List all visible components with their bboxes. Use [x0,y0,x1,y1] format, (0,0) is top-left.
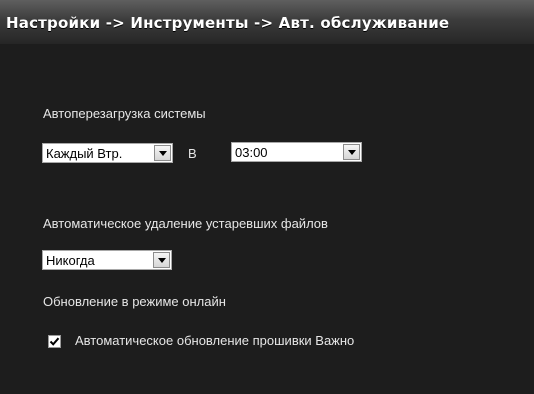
check-icon [49,337,60,346]
firmware-update-checkbox[interactable] [48,335,61,348]
auto-maintenance-window: Настройки -> Инструменты -> Авт. обслужи… [0,0,534,394]
chevron-down-icon[interactable] [154,145,171,161]
reboot-time-value: 03:00 [235,144,268,160]
auto-delete-select[interactable]: Никогда [42,250,172,270]
chevron-down-icon[interactable] [343,144,360,160]
reboot-day-value: Каждый Втр. [46,145,123,161]
firmware-update-checkbox-label[interactable]: Автоматическое обновление прошивки Важно [75,333,354,348]
reboot-day-select[interactable]: Каждый Втр. [42,143,173,163]
auto-delete-label: Автоматическое удаление устаревших файло… [43,216,328,231]
reboot-time-select[interactable]: 03:00 [231,142,362,162]
at-label: В [188,146,197,161]
online-update-label: Обновление в режиме онлайн [43,294,226,309]
auto-delete-value: Никогда [46,252,95,268]
breadcrumb-title: Настройки -> Инструменты -> Авт. обслужи… [6,14,450,32]
title-bar: Настройки -> Инструменты -> Авт. обслужи… [0,0,534,44]
chevron-down-icon[interactable] [153,252,170,268]
auto-reboot-label: Автоперезагрузка системы [43,106,206,121]
